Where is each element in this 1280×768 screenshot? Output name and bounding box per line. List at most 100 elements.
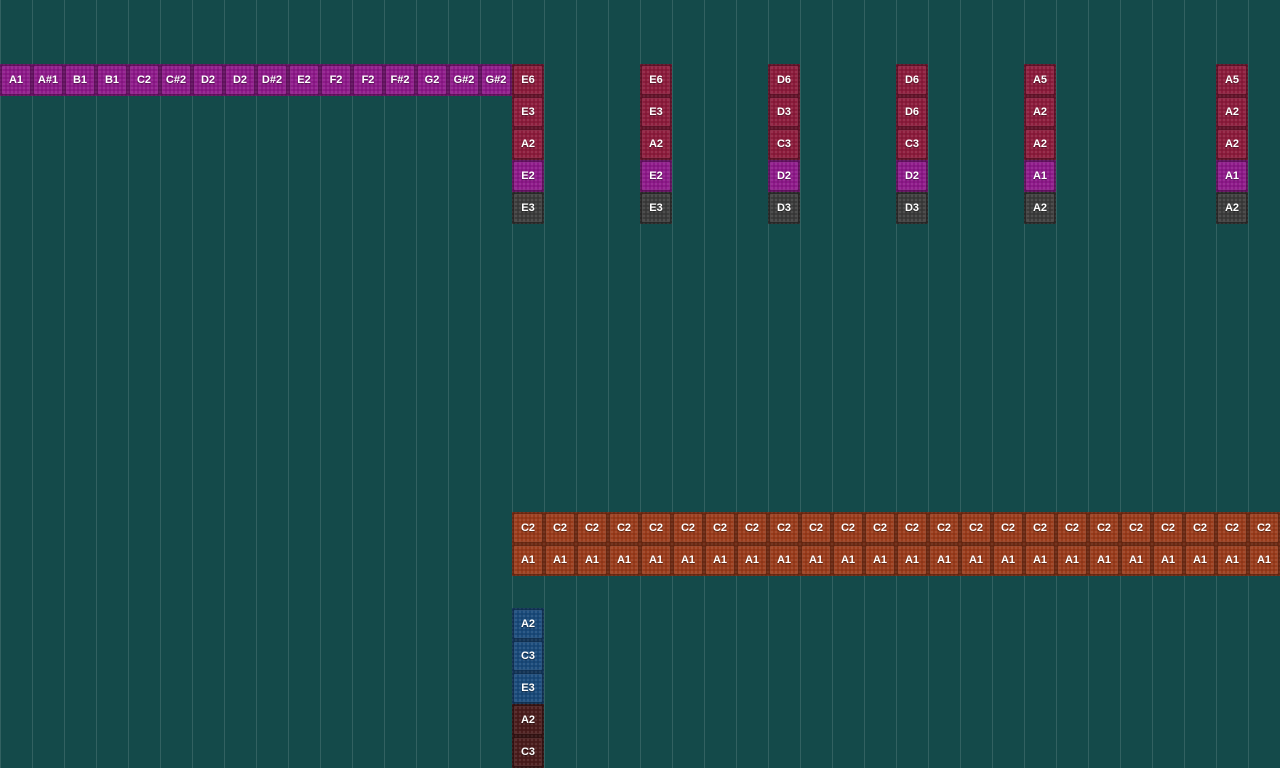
note-purple-run[interactable]: C#2: [160, 64, 192, 96]
note-orange-c2[interactable]: C2: [1088, 512, 1120, 544]
note-orange-c2[interactable]: C2: [896, 512, 928, 544]
note-orange-c2[interactable]: C2: [608, 512, 640, 544]
note-orange-c2[interactable]: C2: [576, 512, 608, 544]
note-chord-stack[interactable]: D6: [896, 64, 928, 96]
note-bottom-stack[interactable]: A2: [512, 608, 544, 640]
note-purple-run[interactable]: G#2: [480, 64, 512, 96]
note-orange-a1[interactable]: A1: [736, 544, 768, 576]
note-purple-run[interactable]: F#2: [384, 64, 416, 96]
note-chord-stack[interactable]: A2: [1024, 128, 1056, 160]
note-chord-stack[interactable]: D3: [768, 96, 800, 128]
note-purple-run[interactable]: F2: [320, 64, 352, 96]
note-orange-c2[interactable]: C2: [960, 512, 992, 544]
note-chord-stack[interactable]: E2: [512, 160, 544, 192]
note-orange-c2[interactable]: C2: [1216, 512, 1248, 544]
note-orange-a1[interactable]: A1: [512, 544, 544, 576]
note-purple-run[interactable]: G2: [416, 64, 448, 96]
note-chord-stack[interactable]: C3: [768, 128, 800, 160]
note-orange-a1[interactable]: A1: [992, 544, 1024, 576]
note-bottom-stack[interactable]: A2: [512, 704, 544, 736]
note-orange-c2[interactable]: C2: [672, 512, 704, 544]
note-chord-stack[interactable]: A2: [640, 128, 672, 160]
note-purple-run[interactable]: C2: [128, 64, 160, 96]
note-purple-run[interactable]: F2: [352, 64, 384, 96]
note-orange-c2[interactable]: C2: [832, 512, 864, 544]
note-purple-run[interactable]: B1: [64, 64, 96, 96]
note-orange-c2[interactable]: C2: [864, 512, 896, 544]
note-orange-a1[interactable]: A1: [1024, 544, 1056, 576]
sequencer-grid[interactable]: A1 A#1 B1 B1 C2 C#2 D2 D2 D#2 E2 F2 F2 F#2 G2 G#2 G#2 E6…: [0, 0, 1280, 768]
note-chord-stack[interactable]: A1: [1216, 160, 1248, 192]
note-orange-a1[interactable]: A1: [864, 544, 896, 576]
note-bottom-stack[interactable]: E3: [512, 672, 544, 704]
note-orange-c2[interactable]: C2: [736, 512, 768, 544]
note-orange-c2[interactable]: C2: [512, 512, 544, 544]
note-orange-c2[interactable]: C2: [1120, 512, 1152, 544]
note-chord-stack[interactable]: E2: [640, 160, 672, 192]
note-chord-stack[interactable]: D6: [768, 64, 800, 96]
note-chord-stack[interactable]: A5: [1216, 64, 1248, 96]
note-bottom-stack[interactable]: C3: [512, 640, 544, 672]
note-orange-a1[interactable]: A1: [1056, 544, 1088, 576]
note-orange-a1[interactable]: A1: [896, 544, 928, 576]
note-orange-c2[interactable]: C2: [1248, 512, 1280, 544]
note-chord-stack[interactable]: D2: [896, 160, 928, 192]
note-orange-a1[interactable]: A1: [960, 544, 992, 576]
note-chord-stack[interactable]: A2: [1216, 128, 1248, 160]
note-orange-a1[interactable]: A1: [1248, 544, 1280, 576]
note-orange-a1[interactable]: A1: [640, 544, 672, 576]
note-orange-c2[interactable]: C2: [1152, 512, 1184, 544]
note-orange-a1[interactable]: A1: [1184, 544, 1216, 576]
note-orange-c2[interactable]: C2: [704, 512, 736, 544]
note-bottom-stack[interactable]: C3: [512, 736, 544, 768]
note-chord-stack[interactable]: C3: [896, 128, 928, 160]
note-purple-run[interactable]: D2: [192, 64, 224, 96]
note-orange-a1[interactable]: A1: [1152, 544, 1184, 576]
note-orange-c2[interactable]: C2: [640, 512, 672, 544]
note-orange-a1[interactable]: A1: [704, 544, 736, 576]
note-purple-run[interactable]: B1: [96, 64, 128, 96]
note-chord-stack[interactable]: E3: [640, 96, 672, 128]
note-purple-run[interactable]: A#1: [32, 64, 64, 96]
note-chord-stack[interactable]: E3: [512, 96, 544, 128]
note-chord-stack[interactable]: A1: [1024, 160, 1056, 192]
note-chord-stack[interactable]: A2: [512, 128, 544, 160]
note-chord-stack[interactable]: D3: [768, 192, 800, 224]
note-orange-a1[interactable]: A1: [1120, 544, 1152, 576]
note-orange-a1[interactable]: A1: [768, 544, 800, 576]
note-orange-c2[interactable]: C2: [928, 512, 960, 544]
note-orange-a1[interactable]: A1: [1216, 544, 1248, 576]
note-purple-run[interactable]: D#2: [256, 64, 288, 96]
note-orange-a1[interactable]: A1: [576, 544, 608, 576]
note-orange-a1[interactable]: A1: [672, 544, 704, 576]
note-orange-a1[interactable]: A1: [928, 544, 960, 576]
note-chord-stack[interactable]: E3: [512, 192, 544, 224]
note-chord-stack[interactable]: A2: [1216, 192, 1248, 224]
note-orange-a1[interactable]: A1: [1088, 544, 1120, 576]
note-orange-c2[interactable]: C2: [1024, 512, 1056, 544]
note-chord-stack[interactable]: E6: [512, 64, 544, 96]
note-orange-c2[interactable]: C2: [992, 512, 1024, 544]
note-purple-run[interactable]: D2: [224, 64, 256, 96]
note-chord-stack[interactable]: E3: [640, 192, 672, 224]
note-orange-c2[interactable]: C2: [800, 512, 832, 544]
note-orange-a1[interactable]: A1: [608, 544, 640, 576]
note-orange-c2[interactable]: C2: [768, 512, 800, 544]
note-chord-stack[interactable]: D2: [768, 160, 800, 192]
note-purple-run[interactable]: A1: [0, 64, 32, 96]
note-purple-run[interactable]: E2: [288, 64, 320, 96]
note-orange-a1[interactable]: A1: [800, 544, 832, 576]
note-purple-run[interactable]: G#2: [448, 64, 480, 96]
note-chord-stack[interactable]: A2: [1216, 96, 1248, 128]
note-chord-stack[interactable]: A2: [1024, 192, 1056, 224]
note-orange-c2[interactable]: C2: [544, 512, 576, 544]
note-orange-a1[interactable]: A1: [544, 544, 576, 576]
note-chord-stack[interactable]: A2: [1024, 96, 1056, 128]
note-orange-c2[interactable]: C2: [1056, 512, 1088, 544]
note-chord-stack[interactable]: D6: [896, 96, 928, 128]
note-orange-c2[interactable]: C2: [1184, 512, 1216, 544]
note-chord-stack[interactable]: D3: [896, 192, 928, 224]
note-chord-stack[interactable]: A5: [1024, 64, 1056, 96]
note-chord-stack[interactable]: E6: [640, 64, 672, 96]
note-orange-a1[interactable]: A1: [832, 544, 864, 576]
